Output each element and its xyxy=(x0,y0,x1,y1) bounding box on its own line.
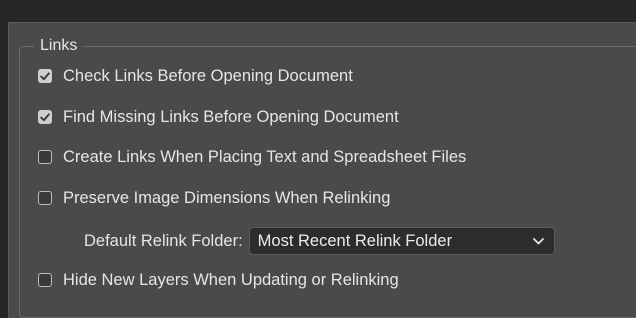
hide-new-layers-checkbox[interactable] xyxy=(38,273,52,287)
create-links-option[interactable]: Create Links When Placing Text and Sprea… xyxy=(38,146,466,168)
chevron-down-icon xyxy=(532,237,544,245)
checkmark-icon xyxy=(40,71,50,80)
check-links-option[interactable]: Check Links Before Opening Document xyxy=(38,65,353,87)
default-relink-folder-label: Default Relink Folder: xyxy=(84,231,243,250)
preserve-dimensions-option[interactable]: Preserve Image Dimensions When Relinking xyxy=(38,187,390,209)
links-group-title: Links xyxy=(34,36,84,56)
preserve-dimensions-label: Preserve Image Dimensions When Relinking xyxy=(63,188,391,207)
create-links-checkbox[interactable] xyxy=(38,150,52,164)
default-relink-folder-select[interactable]: Most Recent Relink Folder xyxy=(248,227,555,255)
default-relink-folder-value: Most Recent Relink Folder xyxy=(257,231,453,250)
find-missing-links-option[interactable]: Find Missing Links Before Opening Docume… xyxy=(38,106,399,128)
check-links-label: Check Links Before Opening Document xyxy=(63,66,353,85)
check-links-checkbox[interactable] xyxy=(38,69,52,83)
find-missing-links-checkbox[interactable] xyxy=(38,110,52,124)
checkmark-icon xyxy=(40,112,50,121)
preserve-dimensions-checkbox[interactable] xyxy=(38,191,52,205)
hide-new-layers-label: Hide New Layers When Updating or Relinki… xyxy=(63,270,399,289)
find-missing-links-label: Find Missing Links Before Opening Docume… xyxy=(63,107,399,126)
create-links-label: Create Links When Placing Text and Sprea… xyxy=(63,147,467,166)
hide-new-layers-option[interactable]: Hide New Layers When Updating or Relinki… xyxy=(38,269,399,291)
default-relink-folder-row: Default Relink Folder: Most Recent Relin… xyxy=(84,227,555,255)
